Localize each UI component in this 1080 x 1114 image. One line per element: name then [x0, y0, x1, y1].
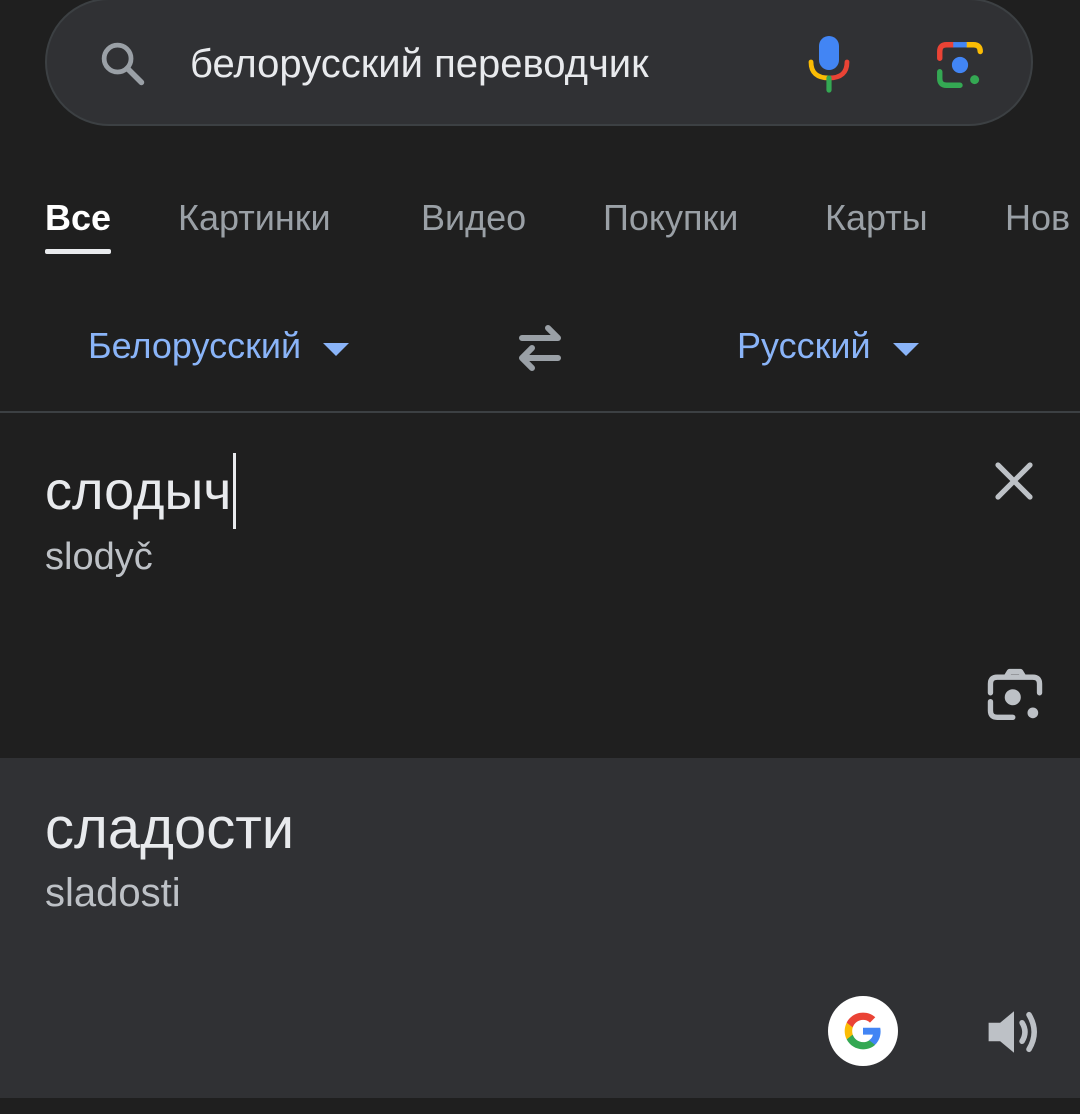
source-transliteration: slodyč [45, 536, 153, 578]
search-bar[interactable]: белорусский переводчик [45, 0, 1033, 126]
tab-shopping[interactable]: Покупки [603, 196, 738, 240]
google-translate-icon[interactable] [828, 996, 898, 1066]
camera-icon[interactable] [986, 667, 1044, 723]
target-language-dropdown[interactable]: Русский [737, 322, 919, 370]
tab-all[interactable]: Все [45, 196, 112, 254]
language-selector: Белорусский Русский [0, 300, 1080, 410]
google-g-icon [844, 1012, 881, 1050]
mic-icon[interactable] [804, 34, 854, 94]
translation-result: сладости [45, 796, 295, 861]
source-text-input[interactable]: слодыч [45, 453, 237, 529]
tab-video[interactable]: Видео [421, 196, 526, 240]
search-icon [101, 42, 145, 86]
source-input-area[interactable]: слодыч slodyč [0, 413, 1080, 758]
tab-images[interactable]: Картинки [178, 196, 331, 240]
target-language-label: Русский [737, 325, 871, 366]
close-icon[interactable] [990, 457, 1038, 505]
chevron-down-icon [323, 342, 350, 356]
search-tabs: Все Картинки Видео Покупки Карты Нов [0, 180, 1080, 260]
search-query[interactable]: белорусский переводчик [190, 38, 649, 90]
speaker-icon[interactable] [984, 1004, 1044, 1060]
bottom-strip [0, 1098, 1080, 1114]
source-language-label: Белорусский [88, 325, 302, 366]
tab-maps[interactable]: Карты [825, 196, 928, 240]
tab-news[interactable]: Нов [1005, 196, 1070, 240]
text-cursor [233, 453, 237, 529]
swap-languages-icon[interactable] [510, 322, 570, 374]
chevron-down-icon [892, 342, 919, 356]
source-language-dropdown[interactable]: Белорусский [88, 322, 350, 370]
lens-icon[interactable] [933, 38, 987, 92]
result-transliteration: sladosti [45, 871, 181, 915]
source-text: слодыч [45, 461, 232, 521]
translation-result-area: сладости sladosti [0, 758, 1080, 1098]
